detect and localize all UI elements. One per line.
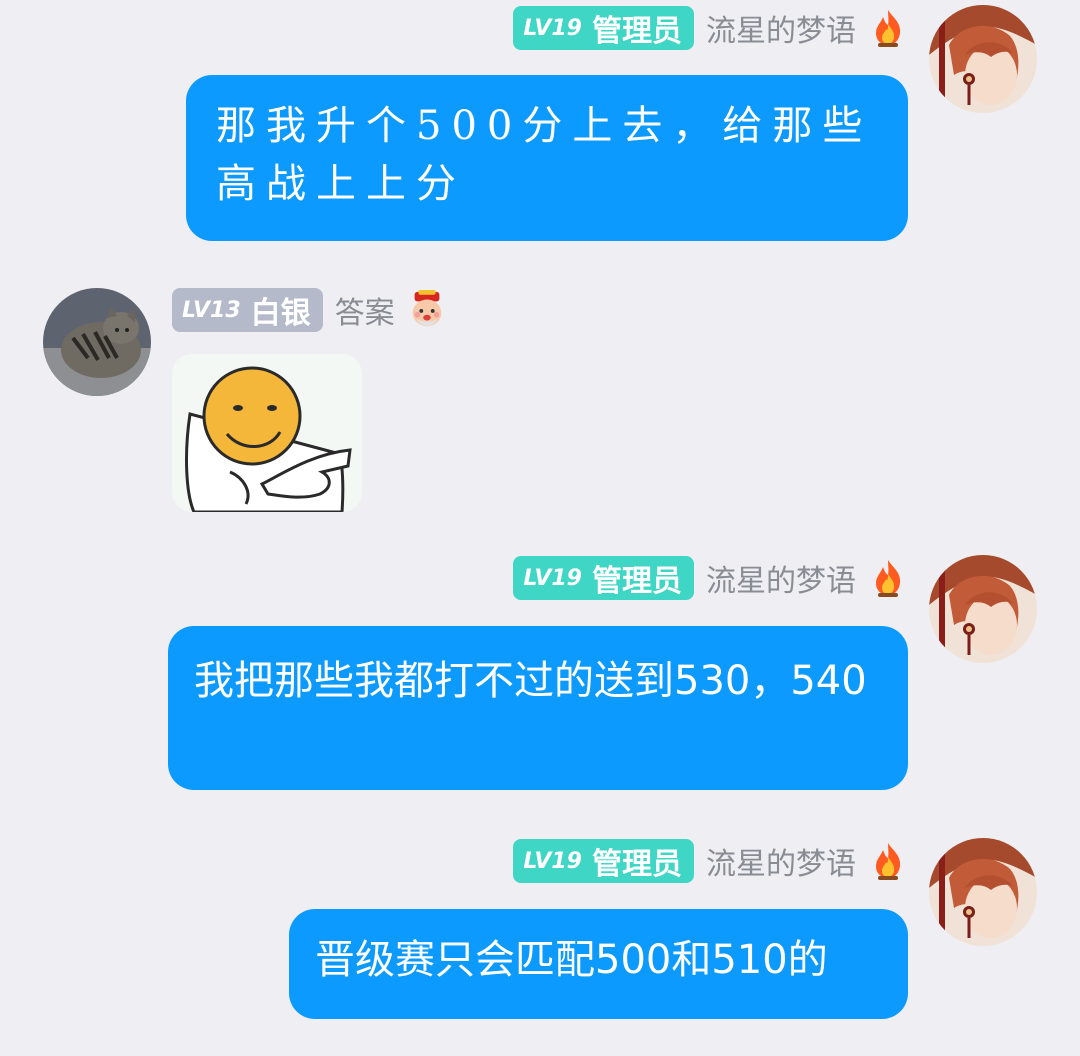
message-bubble[interactable]: 那我升个500分上去，给那些高战上上分 <box>186 75 908 241</box>
sender-name[interactable]: 流星的梦语 <box>706 839 856 883</box>
level-label: LV19 <box>523 15 582 41</box>
level-label: LV19 <box>523 848 582 874</box>
message-bubble[interactable]: 晋级赛只会匹配500和510的 <box>289 909 908 1019</box>
role-label: 管理员 <box>592 847 682 882</box>
message-text: 晋级赛只会匹配500和510的 <box>315 937 828 983</box>
message-text: 那我升个500分上去，给那些高战上上分 <box>216 103 873 207</box>
level-label: LV13 <box>182 297 241 323</box>
role-label: 白银 <box>250 296 311 331</box>
message-text: 我把那些我都打不过的送到530，540 <box>194 658 867 704</box>
message-header: LV19 管理员 流星的梦语 <box>513 556 908 600</box>
fire-icon <box>868 556 908 600</box>
role-label: 管理员 <box>592 564 682 599</box>
level-badge: LV19 管理员 <box>513 6 694 50</box>
message-header: LV13 白银 答案 <box>172 288 447 332</box>
role-label: 管理员 <box>592 14 682 49</box>
sender-name[interactable]: 答案 <box>335 288 395 332</box>
god-of-wealth-icon <box>407 288 447 332</box>
sender-name[interactable]: 流星的梦语 <box>706 556 856 600</box>
sender-avatar[interactable] <box>43 288 151 396</box>
fire-icon <box>868 6 908 50</box>
level-badge: LV13 白银 <box>172 288 323 332</box>
message-header: LV19 管理员 流星的梦语 <box>513 6 908 50</box>
sender-avatar[interactable] <box>929 5 1037 113</box>
sender-avatar[interactable] <box>929 555 1037 663</box>
level-label: LV19 <box>523 565 582 591</box>
level-badge: LV19 管理员 <box>513 556 694 600</box>
message-bubble[interactable]: 我把那些我都打不过的送到530，540 <box>168 626 908 790</box>
level-badge: LV19 管理员 <box>513 839 694 883</box>
message-header: LV19 管理员 流星的梦语 <box>513 839 908 883</box>
sender-avatar[interactable] <box>929 838 1037 946</box>
pointing-smiley-sticker[interactable] <box>172 354 362 512</box>
fire-icon <box>868 839 908 883</box>
sender-name[interactable]: 流星的梦语 <box>706 6 856 50</box>
